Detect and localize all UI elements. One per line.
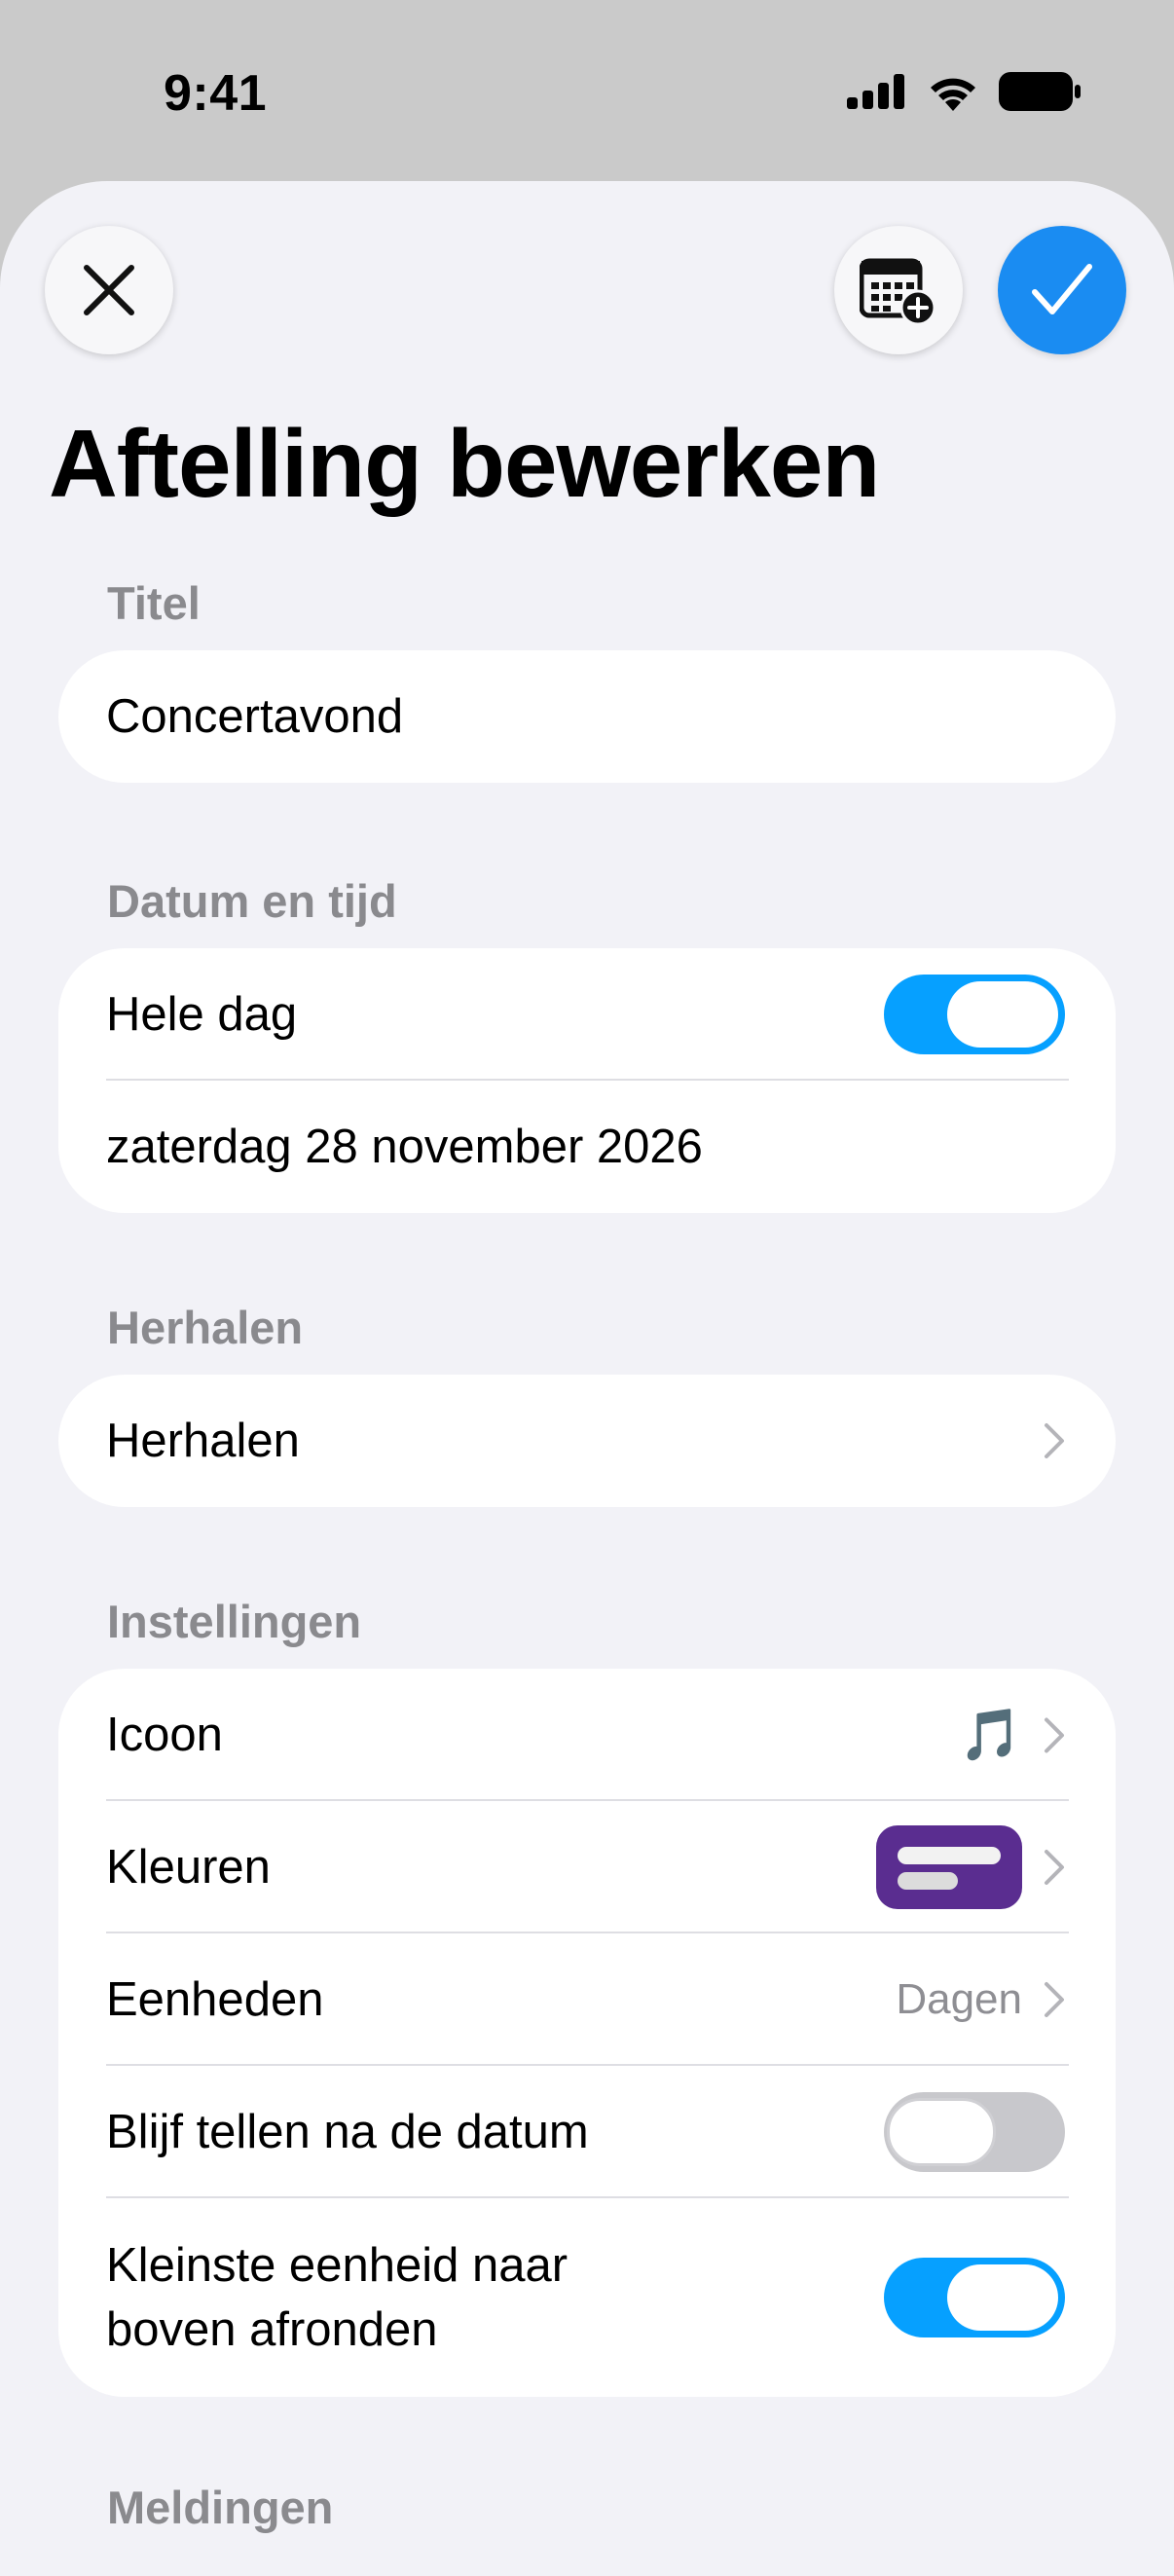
section-label-repeat: Herhalen	[107, 1302, 304, 1353]
colors-row[interactable]: Kleuren	[58, 1801, 1116, 1933]
datetime-card: Hele dag zaterdag 28 november 2026	[58, 948, 1116, 1213]
close-icon	[84, 265, 134, 315]
title-input[interactable]: Concertavond	[58, 650, 1116, 783]
section-label-settings: Instellingen	[107, 1596, 362, 1647]
chevron-right-icon	[1045, 1982, 1064, 2017]
date-value: zaterdag 28 november 2026	[106, 1121, 703, 1173]
all-day-row: Hele dag	[58, 948, 1116, 1081]
chevron-right-icon	[1045, 1717, 1064, 1752]
music-note-icon: 🎵	[959, 1706, 1022, 1765]
keep-counting-toggle[interactable]	[884, 2092, 1065, 2172]
section-label-title: Titel	[107, 577, 201, 629]
repeat-label: Herhalen	[106, 1415, 300, 1467]
all-day-toggle[interactable]	[884, 975, 1065, 1054]
repeat-row[interactable]: Herhalen	[58, 1375, 1116, 1507]
chevron-right-icon	[1045, 1423, 1064, 1458]
add-to-calendar-button[interactable]	[834, 226, 963, 354]
battery-icon	[999, 72, 1081, 111]
confirm-button[interactable]	[998, 226, 1126, 354]
page-title: Aftelling bewerken	[49, 410, 880, 517]
round-up-label-line2: boven afronden	[106, 2303, 438, 2356]
chevron-right-icon	[1045, 1850, 1064, 1885]
round-up-row: Kleinste eenheid naar boven afronden	[58, 2198, 1116, 2397]
repeat-card: Herhalen	[58, 1375, 1116, 1507]
round-up-toggle[interactable]	[884, 2258, 1065, 2337]
status-bar: 9:41	[0, 0, 1174, 185]
keep-counting-row: Blijf tellen na de datum	[58, 2066, 1116, 2198]
settings-card: Icoon 🎵 Kleuren Eenheden Dagen Blijf tel…	[58, 1669, 1116, 2397]
status-time: 9:41	[164, 65, 268, 122]
checkmark-icon	[1032, 264, 1092, 314]
round-up-label-line1: Kleinste eenheid naar	[106, 2239, 569, 2292]
calendar-add-icon	[860, 258, 936, 325]
wifi-icon	[931, 78, 975, 111]
units-value: Dagen	[896, 1975, 1022, 2023]
color-swatch	[876, 1825, 1022, 1909]
title-card: Concertavond	[58, 650, 1116, 783]
close-button[interactable]	[45, 226, 173, 354]
icon-label: Icoon	[106, 1709, 223, 1761]
units-row[interactable]: Eenheden Dagen	[58, 1933, 1116, 2066]
title-input-value: Concertavond	[106, 690, 404, 743]
section-label-datetime: Datum en tijd	[107, 875, 397, 927]
status-icons	[847, 72, 1081, 111]
section-label-notifications: Meldingen	[107, 2482, 334, 2533]
units-label: Eenheden	[106, 1973, 324, 2026]
cellular-signal-icon	[847, 74, 904, 109]
colors-label: Kleuren	[106, 1841, 271, 1894]
date-picker-row[interactable]: zaterdag 28 november 2026	[58, 1081, 1116, 1213]
keep-counting-label: Blijf tellen na de datum	[106, 2106, 589, 2158]
all-day-label: Hele dag	[106, 988, 298, 1041]
round-up-label: Kleinste eenheid naar boven afronden	[106, 2233, 568, 2362]
icon-row[interactable]: Icoon 🎵	[58, 1669, 1116, 1801]
